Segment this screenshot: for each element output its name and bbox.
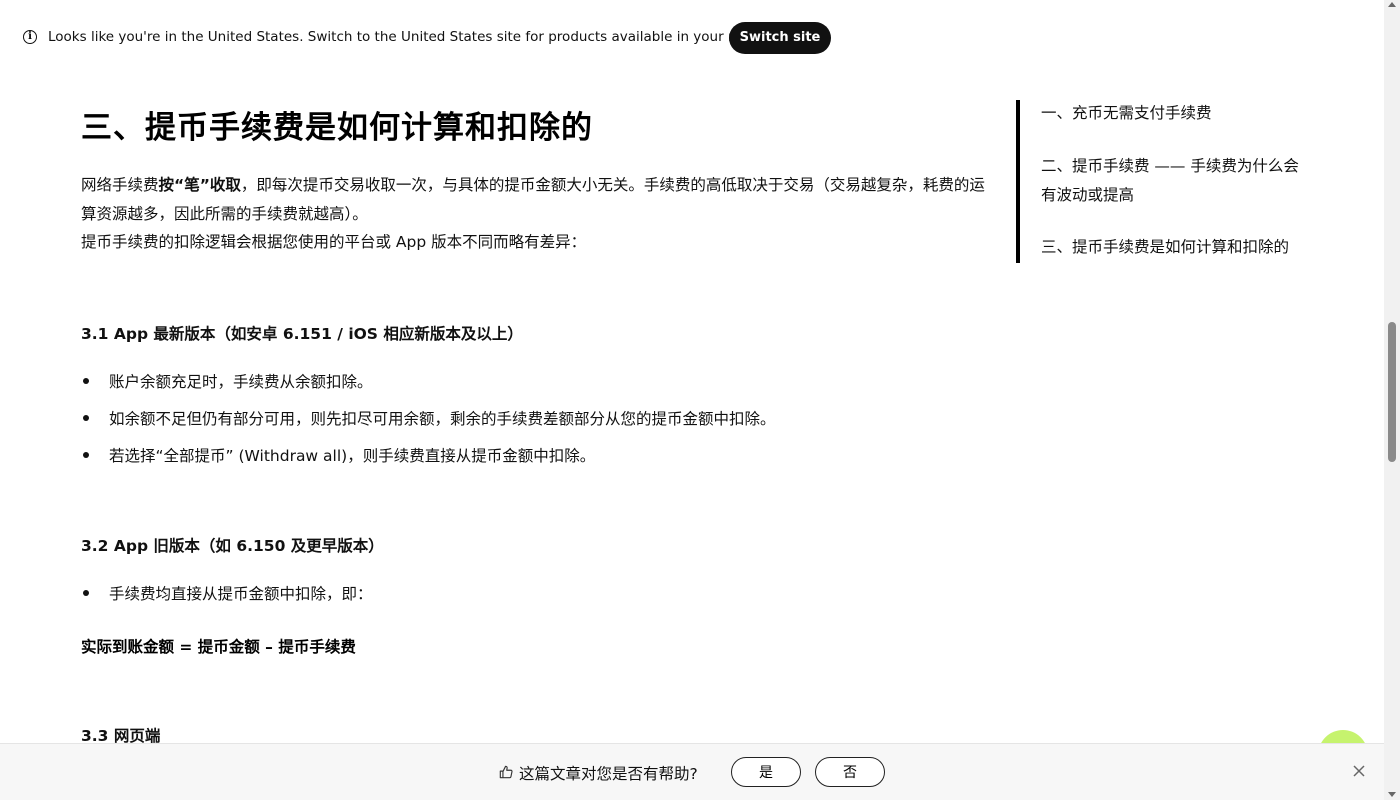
toc-active-indicator xyxy=(1016,100,1020,263)
scrollbar-thumb[interactable] xyxy=(1388,322,1396,462)
close-icon[interactable] xyxy=(1352,764,1366,778)
scroll-down-arrow-icon[interactable] xyxy=(1388,792,1396,797)
scroll-up-arrow-icon[interactable] xyxy=(1388,2,1396,7)
toc-item-1[interactable]: 一、充币无需支付手续费 xyxy=(1041,99,1311,128)
toc-item-2[interactable]: 二、提币手续费 —— 手续费为什么会有波动或提高 xyxy=(1041,152,1311,210)
list-item-text: 如余额不足但仍有部分可用，则先扣尽可用余额，剩余的手续费差额部分从您的提币金额中… xyxy=(109,410,776,428)
list-item-text: 账户余额充足时，手续费从余额扣除。 xyxy=(109,373,373,391)
deduction-logic-paragraph: 提币手续费的扣除逻辑会根据您使用的平台或 App 版本不同而略有差异： xyxy=(81,233,587,251)
section-3-1-heading: 3.1 App 最新版本（如安卓 6.151 / iOS 相应新版本及以上） xyxy=(81,325,523,343)
intro-text-pre: 网络手续费 xyxy=(81,176,159,194)
section-3-2-heading: 3.2 App 旧版本（如 6.150 及更早版本） xyxy=(81,537,384,555)
switch-site-button[interactable]: Switch site xyxy=(729,22,831,54)
bullet-dot xyxy=(83,590,89,596)
page-scrollbar[interactable] xyxy=(1384,0,1400,800)
intro-paragraph: 网络手续费按“笔”收取，即每次提币交易收取一次，与具体的提币金额大小无关。手续费… xyxy=(81,171,996,229)
region-message: Looks like you're in the United States. … xyxy=(48,29,775,45)
feedback-question: 这篇文章对您是否有帮助? xyxy=(519,765,698,783)
article-section-title: 三、提币手续费是如何计算和扣除的 xyxy=(81,110,593,146)
list-item-text: 手续费均直接从提币金额中扣除，即： xyxy=(109,585,373,603)
feedback-no-button[interactable]: 否 xyxy=(815,757,885,787)
region-banner: i Looks like you're in the United States… xyxy=(0,0,1384,76)
toc-item-3[interactable]: 三、提币手续费是如何计算和扣除的 xyxy=(1041,233,1311,262)
list-item-text: 若选择“全部提币” (Withdraw all)，则手续费直接从提币金额中扣除。 xyxy=(109,447,596,465)
intro-text-bold: 按“笔”收取 xyxy=(158,176,241,194)
net-amount-formula: 实际到账金额 = 提币金额 – 提币手续费 xyxy=(81,638,356,656)
bullet-dot xyxy=(83,452,89,458)
info-icon: i xyxy=(23,30,37,44)
thumbs-up-icon xyxy=(499,765,513,779)
feedback-yes-button[interactable]: 是 xyxy=(731,757,801,787)
feedback-bar: 这篇文章对您是否有帮助? 是 否 xyxy=(0,743,1384,800)
bullet-dot xyxy=(83,415,89,421)
bullet-dot xyxy=(83,378,89,384)
